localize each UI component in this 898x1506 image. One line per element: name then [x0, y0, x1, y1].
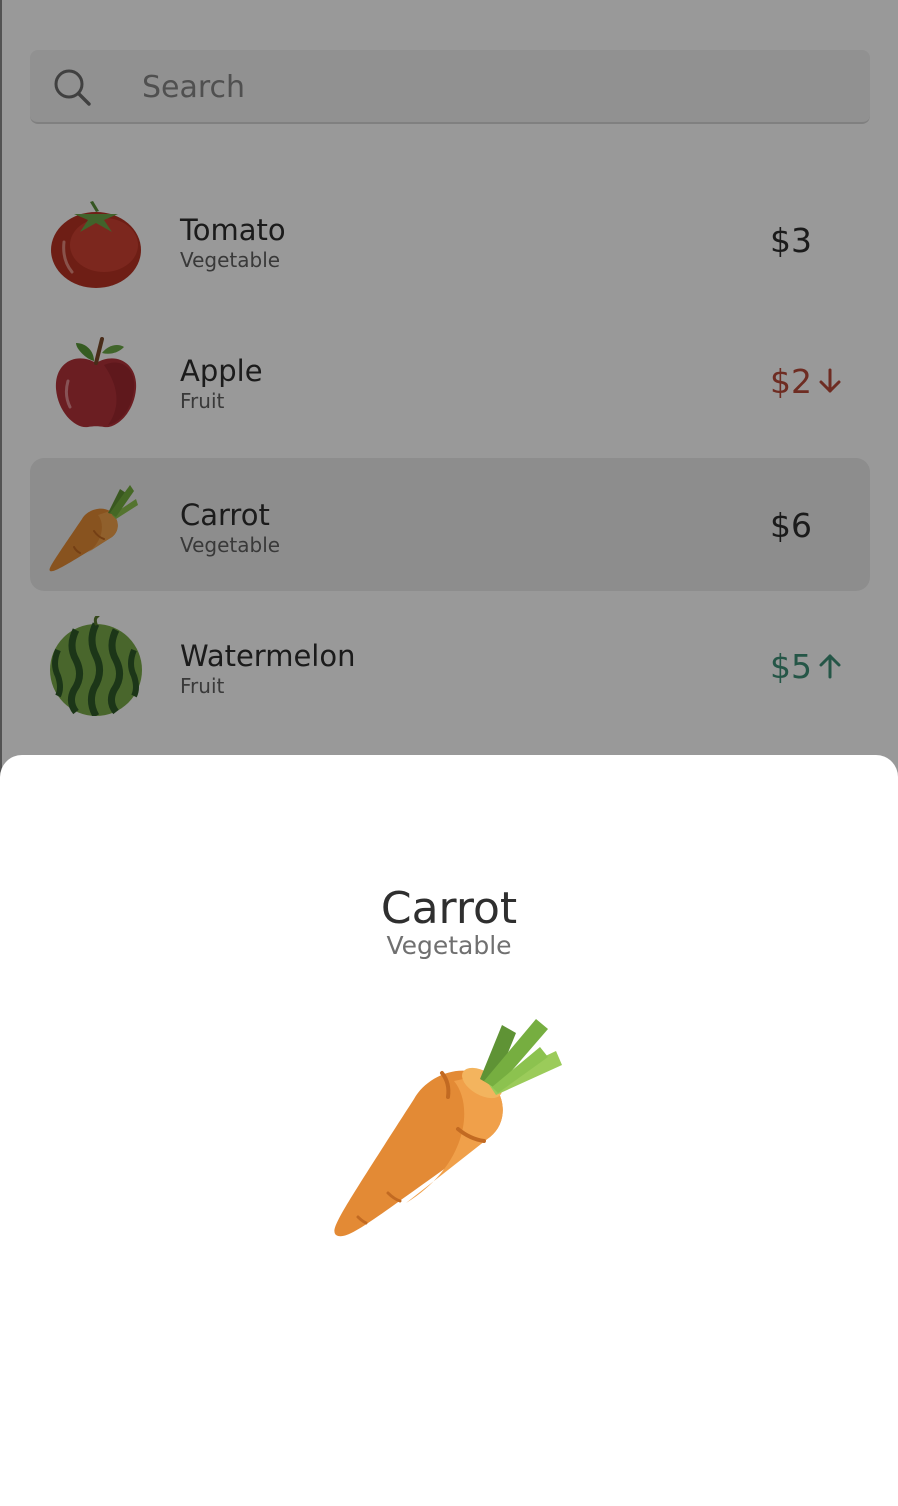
app-screen: Tomato Vegetable $3 Apple Fruit $2 — [0, 0, 898, 1506]
detail-title: Carrot — [380, 883, 518, 934]
carrot-image — [334, 1019, 562, 1237]
detail-subtitle: Vegetable — [386, 931, 512, 960]
detail-bottom-sheet: Carrot Vegetable — [0, 755, 898, 1506]
